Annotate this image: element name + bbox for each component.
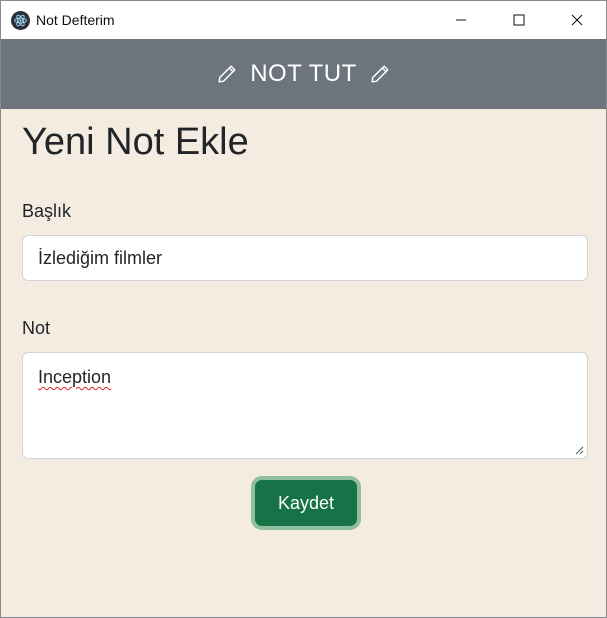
pencil-icon xyxy=(218,65,236,83)
app-window: Not Defterim NOT TUT Yeni Not Ekle Başlı… xyxy=(0,0,607,618)
page-title: Yeni Not Ekle xyxy=(22,121,249,163)
title-field-label: Başlık xyxy=(22,201,72,221)
maximize-icon xyxy=(513,14,525,26)
save-button[interactable]: Kaydet xyxy=(255,480,357,526)
close-icon xyxy=(571,14,583,26)
minimize-button[interactable] xyxy=(432,1,490,39)
resize-grip-icon[interactable] xyxy=(574,445,584,455)
title-bar: Not Defterim xyxy=(1,1,606,39)
maximize-button[interactable] xyxy=(490,1,548,39)
title-input-value: İzlediğim filmler xyxy=(38,247,163,268)
note-field-label: Not xyxy=(22,318,51,338)
note-textarea[interactable]: Inception xyxy=(22,352,588,459)
pencil-icon xyxy=(371,65,389,83)
window-title: Not Defterim xyxy=(36,12,115,28)
header-title: NOT TUT xyxy=(250,60,357,87)
note-textarea-value: Inception xyxy=(38,367,112,387)
app-header: NOT TUT xyxy=(1,39,606,109)
electron-atom-icon xyxy=(11,11,30,30)
close-button[interactable] xyxy=(548,1,606,39)
minimize-icon xyxy=(456,19,466,21)
title-input[interactable]: İzlediğim filmler xyxy=(22,235,588,281)
